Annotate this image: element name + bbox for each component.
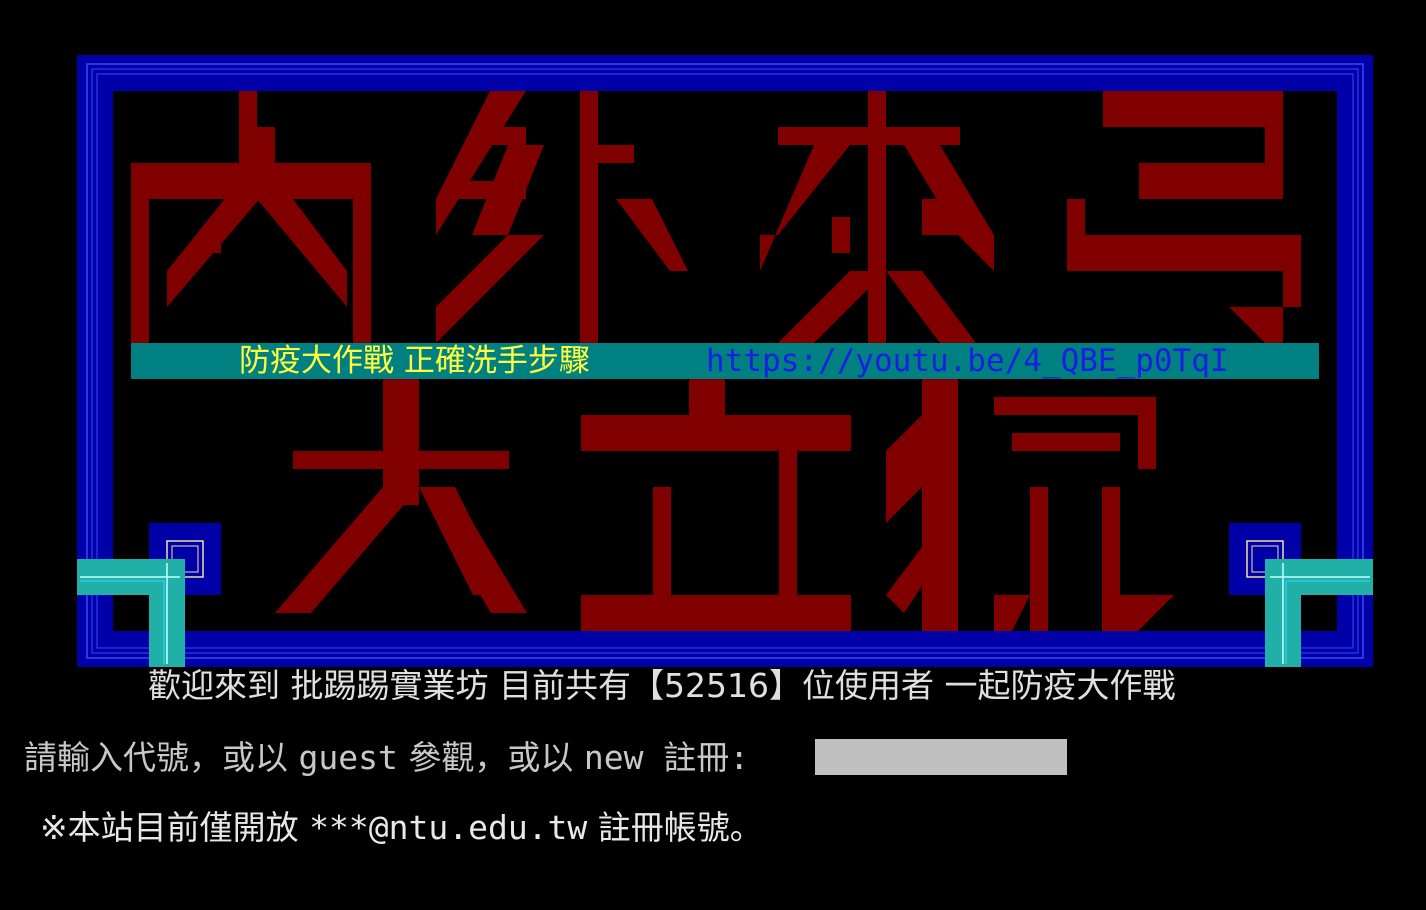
prompt-text-2: 參觀，或以 — [397, 738, 584, 777]
welcome-message: 歡迎來到 批踢踢實業坊 目前共有【52516】位使用者 一起防疫大作戰 — [148, 664, 1175, 708]
online-user-count: 52516 — [663, 666, 769, 705]
new-keyword: new — [583, 738, 644, 777]
notice-email-domain: ***@ntu.edu.tw — [309, 808, 588, 847]
notice-text-1: ※本站目前僅開放 — [40, 808, 310, 847]
welcome-prefix: 歡迎來到 批踢踢實業坊 目前共有 — [148, 666, 631, 705]
notice-text-2: 註冊帳號。 — [587, 808, 763, 847]
prompt-text-1: 請輸入代號，或以 — [24, 738, 299, 777]
announcement-banner: 防疫大作戰 正確洗手步驟 https://youtu.be/4_QBE_p0Tq… — [131, 343, 1319, 379]
registration-notice: ※本站目前僅開放 ***@ntu.edu.tw 註冊帳號。 — [40, 806, 763, 850]
login-prompt: 請輸入代號，或以 guest 參觀，或以 new 註冊: — [24, 736, 749, 780]
banner-link[interactable]: https://youtu.be/4_QBE_p0TqI — [706, 343, 1229, 379]
welcome-close-bracket: 】 — [768, 666, 802, 705]
banner-text: 防疫大作戰 正確洗手步驟 — [239, 343, 590, 379]
welcome-suffix: 位使用者 一起防疫大作戰 — [801, 666, 1176, 705]
prompt-text-3: 註冊: — [643, 738, 750, 777]
guest-keyword: guest — [298, 738, 398, 777]
login-id-input[interactable] — [815, 739, 1067, 775]
welcome-open-bracket: 【 — [630, 666, 664, 705]
